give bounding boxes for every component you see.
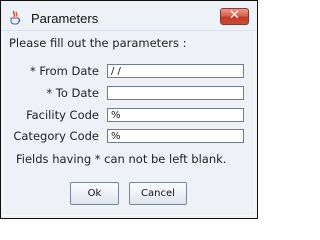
title-bar[interactable]: Parameters ✕ — [1, 1, 257, 31]
from-date-field[interactable] — [107, 64, 244, 78]
close-icon: ✕ — [229, 8, 240, 23]
instructions-text: Please fill out the parameters : — [9, 36, 187, 50]
facility-code-label: Facility Code — [26, 108, 99, 122]
close-button[interactable]: ✕ — [220, 8, 249, 25]
to-date-label: * To Date — [46, 86, 99, 100]
dialog-title: Parameters — [31, 11, 99, 26]
facility-code-field[interactable] — [107, 108, 244, 122]
category-code-label: Category Code — [13, 129, 99, 143]
parameters-dialog: Parameters ✕ Please fill out the paramet… — [0, 0, 258, 219]
category-code-field[interactable] — [107, 129, 244, 143]
ok-button[interactable]: Ok — [70, 182, 119, 205]
cancel-button[interactable]: Cancel — [129, 182, 187, 205]
to-date-field[interactable] — [107, 86, 244, 100]
java-cup-icon — [10, 10, 21, 25]
from-date-label: * From Date — [29, 64, 99, 78]
required-fields-note: Fields having * can not be left blank. — [16, 152, 227, 166]
